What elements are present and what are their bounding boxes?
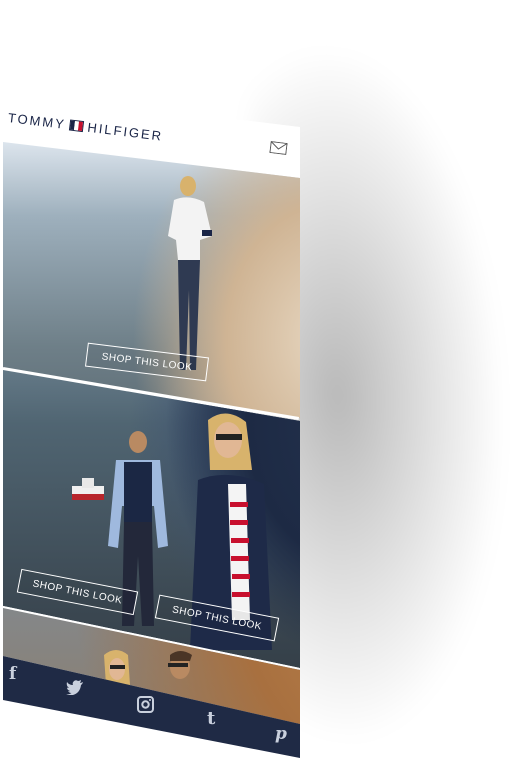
facebook-icon[interactable]: f (9, 664, 16, 684)
tilted-phone-page: TOMMY HILFIGER SHOP THIS LOOK SHOP THIS … (0, 0, 530, 771)
flag-icon (69, 119, 85, 133)
pinterest-icon[interactable]: p (275, 724, 287, 744)
instagram-icon[interactable] (137, 696, 154, 713)
tumblr-icon[interactable]: t (207, 708, 215, 729)
mail-icon[interactable] (269, 141, 288, 155)
twitter-icon[interactable] (66, 680, 84, 695)
